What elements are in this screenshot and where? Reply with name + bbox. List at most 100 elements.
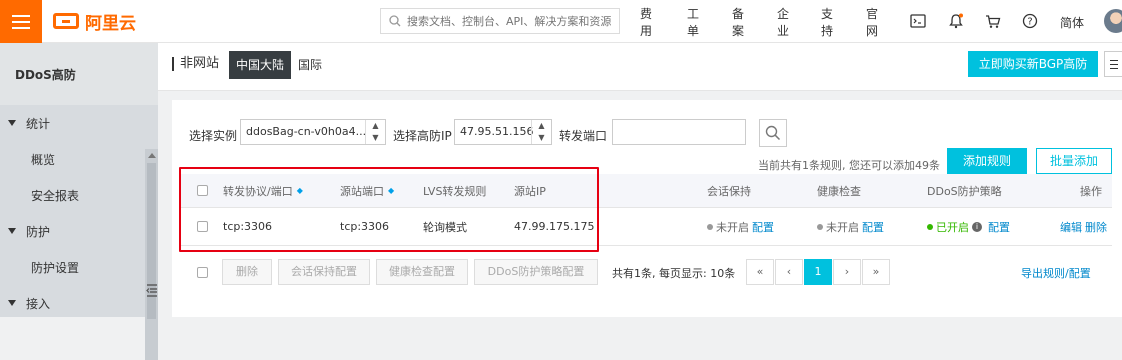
sidebar-item-protection-settings[interactable]: 防护设置 xyxy=(0,249,158,285)
scroll-up-arrow[interactable] xyxy=(148,153,156,158)
status-dot-icon xyxy=(817,223,823,230)
nav-icp[interactable]: 备案 xyxy=(732,5,744,39)
instance-select[interactable]: ddosBag-cn-v0h0a4... ▲ ▼ xyxy=(240,119,386,145)
instance-select-value: ddosBag-cn-v0h0a4... xyxy=(246,125,367,138)
list-view-icon[interactable] xyxy=(1104,51,1122,77)
prev-page-button[interactable]: ‹ xyxy=(775,259,803,285)
cell-lvs-rule: 轮询模式 xyxy=(423,220,467,234)
help-icon[interactable]: ? xyxy=(1021,12,1039,30)
column-origin-ip: 源站IP xyxy=(514,184,546,198)
delete-link[interactable]: 删除 xyxy=(1085,219,1107,235)
table-header: 转发协议/端口 ◆ 源站端口 ◆ LVS转发规则 源站IP 会话保持 健康检查 DD… xyxy=(180,174,1112,208)
nav-billing[interactable]: 费用 xyxy=(640,5,652,39)
sort-icon[interactable]: ◆ xyxy=(388,186,394,195)
brand-name: 阿里云 xyxy=(85,13,136,34)
global-search-input[interactable] xyxy=(407,14,617,28)
sidebar-item-security-report[interactable]: 安全报表 xyxy=(0,177,158,213)
ddos-status: 已开启 xyxy=(936,220,969,234)
status-dot-icon xyxy=(927,223,933,230)
tab-international[interactable]: 国际 xyxy=(291,51,329,79)
nav-tickets[interactable]: 工单 xyxy=(687,5,699,39)
product-title: DDoS高防 xyxy=(0,43,158,105)
edit-link[interactable]: 编辑 xyxy=(1060,219,1082,235)
info-icon[interactable]: i xyxy=(972,221,982,232)
svg-text:?: ? xyxy=(1027,17,1032,28)
aliyun-logo-mark xyxy=(53,13,79,29)
nav-support[interactable]: 支持 xyxy=(821,5,833,39)
instance-label: 选择实例 xyxy=(189,129,238,143)
column-protocol-port[interactable]: 转发协议/端口 ◆ xyxy=(223,174,303,207)
session-status: 未开启 xyxy=(716,220,749,234)
caret-down-icon xyxy=(8,120,16,126)
top-navigation-bar: 阿里云 费用 工单 备案 企业 支持 官网 ? 简体 xyxy=(0,0,1122,43)
sort-arrows-icon: ▲ ▼ xyxy=(365,120,385,144)
ddos-policy-config-button[interactable]: DDoS防护策略配置 xyxy=(474,259,598,285)
search-button[interactable] xyxy=(759,119,787,147)
row-checkbox[interactable] xyxy=(197,208,208,245)
cell-health: 未开启 配置 xyxy=(817,208,884,245)
export-rules-link[interactable]: 导出规则/配置 xyxy=(1021,265,1091,281)
sidebar-scrollbar[interactable] xyxy=(145,149,158,360)
ip-select[interactable]: 47.95.51.156 ▲ ▼ xyxy=(454,119,552,145)
cart-icon[interactable] xyxy=(984,12,1002,30)
caret-down-icon xyxy=(8,228,16,234)
header-label: 源站端口 xyxy=(340,184,384,198)
nav-official-site[interactable]: 官网 xyxy=(866,5,878,39)
add-rule-button[interactable]: 添加规则 xyxy=(947,148,1027,174)
global-search[interactable] xyxy=(380,8,620,34)
column-session-persistence: 会话保持 xyxy=(707,184,751,198)
search-icon xyxy=(389,15,401,27)
cell-ddos-policy: 已开启 i 配置 xyxy=(927,208,1010,245)
cell-origin-port: tcp:3306 xyxy=(340,220,390,233)
health-config-link[interactable]: 配置 xyxy=(862,219,884,235)
port-input[interactable] xyxy=(612,119,746,145)
caret-down-icon xyxy=(8,300,16,306)
sidebar-group-protection[interactable]: 防护 xyxy=(0,213,158,249)
menu-icon[interactable] xyxy=(0,0,42,43)
language-switch[interactable]: 简体 xyxy=(1060,14,1084,31)
last-page-button[interactable]: » xyxy=(862,259,890,285)
rule-count-hint: 当前共有1条规则, 您还可以添加49条 xyxy=(758,159,940,172)
health-config-button[interactable]: 健康检查配置 xyxy=(376,259,468,285)
sidebar-item-overview[interactable]: 概览 xyxy=(0,141,158,177)
sidebar-group-access[interactable]: 接入 xyxy=(0,285,158,321)
bell-icon[interactable] xyxy=(947,12,965,30)
batch-add-button[interactable]: 批量添加 xyxy=(1036,148,1112,174)
session-config-link[interactable]: 配置 xyxy=(752,219,774,235)
column-origin-port[interactable]: 源站端口 ◆ xyxy=(340,174,394,207)
header-label: 转发协议/端口 xyxy=(223,184,293,198)
aliyun-logo[interactable]: 阿里云 xyxy=(53,10,136,34)
terminal-icon[interactable] xyxy=(909,12,927,30)
sort-arrows-icon: ▲ ▼ xyxy=(531,120,551,144)
first-page-button[interactable]: « xyxy=(746,259,774,285)
sort-icon[interactable]: ◆ xyxy=(297,186,303,195)
tab-mainland-china[interactable]: 中国大陆 xyxy=(229,51,292,79)
nav-enterprise[interactable]: 企业 xyxy=(777,5,789,39)
column-ddos-policy: DDoS防护策略 xyxy=(927,184,1002,198)
cell-protocol-port: tcp:3306 xyxy=(223,220,273,233)
delete-button[interactable]: 删除 xyxy=(222,259,272,285)
page-1-button[interactable]: 1 xyxy=(804,259,832,285)
sidebar-group-label: 统计 xyxy=(26,116,51,131)
next-page-button[interactable]: › xyxy=(833,259,861,285)
cell-session: 未开启 配置 xyxy=(707,208,774,245)
column-lvs-rule: LVS转发规则 xyxy=(423,184,487,198)
select-all-checkbox[interactable] xyxy=(197,174,208,207)
sidebar-group-label: 防护 xyxy=(26,224,51,239)
port-label: 转发端口 xyxy=(559,129,608,143)
table-footer: 删除 会话保持配置 健康检查配置 DDoS防护策略配置 共有1条, 每页显示: … xyxy=(180,259,1112,289)
status-dot-icon xyxy=(707,223,713,230)
sidebar-group-stats[interactable]: 统计 xyxy=(0,105,158,141)
ip-label: 选择高防IP xyxy=(393,129,452,143)
ddos-config-link[interactable]: 配置 xyxy=(988,219,1010,235)
search-icon xyxy=(765,125,781,141)
column-health-check: 健康检查 xyxy=(817,184,861,198)
rules-panel: 选择实例 ddosBag-cn-v0h0a4... ▲ ▼ 选择高防IP 47.9… xyxy=(172,100,1122,317)
footer-select-all-checkbox[interactable] xyxy=(197,259,208,285)
sidebar-group-label: 接入 xyxy=(26,296,51,311)
session-config-button[interactable]: 会话保持配置 xyxy=(278,259,370,285)
buy-bgp-button[interactable]: 立即购买新BGP高防 xyxy=(968,51,1098,77)
user-avatar[interactable] xyxy=(1104,9,1122,33)
region-tabs-bar: 非网站 中国大陆 国际 立即购买新BGP高防 xyxy=(158,43,1122,91)
cell-actions: 编辑 删除 xyxy=(1057,208,1107,245)
